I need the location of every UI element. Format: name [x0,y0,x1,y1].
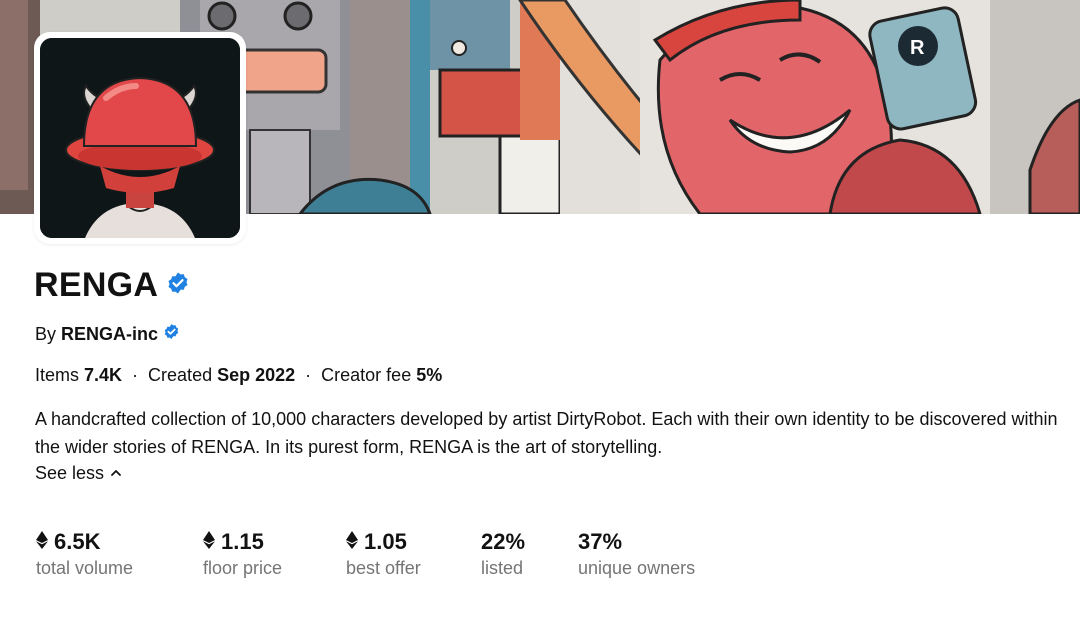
see-less-button[interactable]: See less [35,463,122,484]
chevron-up-icon [110,463,122,484]
stat-label: total volume [36,558,134,578]
creator-prefix: By [35,323,57,344]
creator-fee-label: Creator fee [321,365,412,385]
collection-avatar[interactable] [34,32,246,244]
creator-verified-badge-icon [163,323,180,345]
see-less-label: See less [35,463,105,483]
collection-description: A handcrafted collection of 10,000 chara… [35,409,1058,457]
stat-value-row: 6.5K [36,528,203,556]
meta-separator: · [305,365,312,385]
ethereum-icon [36,529,48,555]
stat-value: 22% [481,529,526,554]
creator-fee-value: 5% [416,365,443,385]
items-label: Items [35,365,80,385]
collection-title: RENGA [34,266,159,304]
svg-text:R: R [910,37,925,59]
avatar-illustration [40,38,240,238]
stat-value-row: 37% [578,528,738,556]
created-value: Sep 2022 [217,365,296,385]
stat-listed[interactable]: 22% listed [481,528,578,579]
ethereum-icon [203,529,215,555]
ethereum-icon [346,529,358,555]
stat-value: 1.05 [364,529,407,554]
stat-label: floor price [203,558,283,578]
stat-value-row: 1.05 [346,528,481,556]
creator-link[interactable]: RENGA-inc [61,324,158,345]
verified-badge-icon [166,271,190,300]
stat-floor-price[interactable]: 1.15 floor price [203,528,346,579]
stat-value-row: 22% [481,528,578,556]
stat-label: unique owners [578,558,696,578]
stat-total-volume[interactable]: 6.5K total volume [36,528,203,579]
creator-row: By RENGA-inc [35,323,180,345]
stat-value: 37% [578,529,623,554]
created-label: Created [148,365,213,385]
stat-value-row: 1.15 [203,528,346,556]
collection-title-row: RENGA [34,266,190,305]
avatar-image [40,38,240,238]
collection-meta: Items 7.4K · Created Sep 2022 · Creator … [35,365,442,386]
stat-best-offer[interactable]: 1.05 best offer [346,528,481,579]
stat-unique-owners[interactable]: 37% unique owners [578,528,738,579]
stat-value: 1.15 [221,529,264,554]
items-value: 7.4K [84,365,123,385]
stat-value: 6.5K [54,529,101,554]
stat-label: listed [481,558,524,578]
stat-label: best offer [346,558,421,578]
collection-stats: 6.5K total volume 1.15 floor price 1.05 … [36,528,738,579]
meta-separator: · [132,365,139,385]
